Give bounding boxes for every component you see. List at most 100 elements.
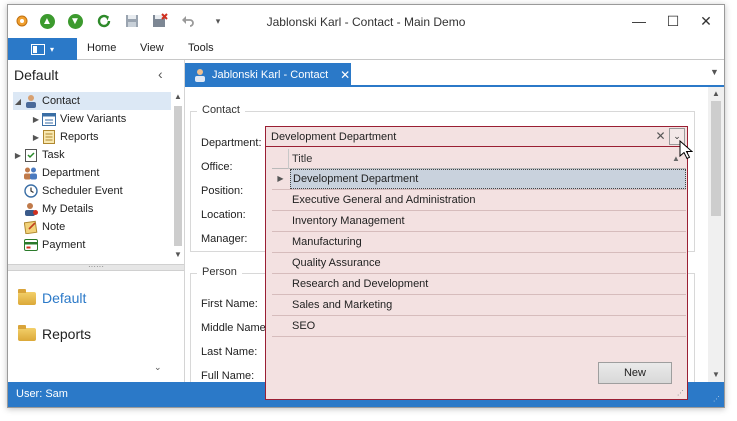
clear-value-icon[interactable]: ✕ (652, 128, 669, 145)
department-lookup-editor[interactable]: Development Department ✕ ⌄ (265, 126, 688, 147)
close-window-button[interactable]: ✕ (692, 9, 720, 33)
row-indicator-icon: ▶ (277, 174, 284, 183)
document-tab-contact[interactable]: Jablonski Karl - Contact ✕ (185, 63, 351, 87)
table-row[interactable]: Sales and Marketing (272, 295, 686, 316)
application-menu-button[interactable]: ▾ (8, 38, 77, 60)
collapsed-arrow-icon[interactable]: ▶ (31, 115, 41, 124)
title-cell[interactable]: Quality Assurance (290, 253, 686, 273)
nav-group-label: Reports (42, 326, 92, 342)
save-icon[interactable] (122, 11, 142, 31)
ribbon-tab-tools[interactable]: Tools (188, 42, 214, 54)
office-label: Office: (201, 161, 233, 173)
nav-group-default[interactable]: Default (18, 286, 86, 310)
table-row[interactable]: ▶ Development Department (272, 169, 686, 190)
department-lookup-popup: Title ▲ ▶ Development Department Executi… (265, 146, 688, 400)
document-tab-label: Jablonski Karl - Contact (212, 69, 329, 81)
department-value: Development Department (271, 131, 397, 143)
table-row[interactable]: Executive General and Administration (272, 190, 686, 211)
popup-resize-grip-icon[interactable]: ⋰ (677, 389, 684, 397)
row-indicator (272, 232, 289, 252)
maximize-button[interactable]: ☐ (659, 9, 687, 33)
application-menu-icon (30, 43, 45, 55)
view-variants-icon (41, 112, 56, 126)
undo-icon[interactable] (178, 11, 198, 31)
column-header-title[interactable]: Title (292, 153, 312, 165)
navigation-header: Default (14, 67, 59, 83)
nav-group-label: Default (42, 290, 87, 306)
detail-view-scrollbar-thumb[interactable] (711, 101, 721, 216)
tree-node-payment[interactable]: Payment (13, 236, 85, 254)
tree-node-task[interactable]: ▶ Task (13, 146, 65, 164)
title-cell[interactable]: SEO (290, 316, 686, 336)
expanded-arrow-icon[interactable]: ◢ (13, 97, 23, 106)
resize-grip-icon[interactable]: ⋰ (713, 395, 720, 403)
payment-icon (23, 238, 38, 252)
minimize-button[interactable]: — (625, 9, 653, 33)
collapse-pane-button[interactable]: ‹ (158, 66, 163, 82)
contact-group-caption: Contact (197, 104, 245, 116)
tree-node-contact[interactable]: ◢ Contact (13, 92, 171, 110)
table-row[interactable]: Quality Assurance (272, 253, 686, 274)
department-label: Department: (201, 137, 262, 149)
arrow-up-icon[interactable]: ▲ (37, 11, 57, 31)
header-indicator-cell (272, 149, 289, 169)
window-title: Jablonski Karl - Contact - Main Demo (266, 15, 466, 29)
collapsed-arrow-icon[interactable]: ▶ (13, 151, 23, 160)
my-details-icon (23, 202, 38, 216)
tree-node-label: Department (42, 167, 100, 179)
tab-list-dropdown-icon[interactable]: ▼ (710, 67, 719, 77)
tree-node-view-variants[interactable]: ▶ View Variants (31, 110, 126, 128)
row-indicator (272, 253, 289, 273)
current-user-status: User: Sam (16, 388, 68, 400)
refresh-icon[interactable] (94, 11, 114, 31)
scroll-down-icon[interactable]: ▼ (174, 250, 182, 259)
tree-node-label: Task (42, 149, 65, 161)
close-tab-icon[interactable]: ✕ (340, 68, 350, 82)
title-cell[interactable]: Development Department (290, 169, 686, 189)
title-cell[interactable]: Research and Development (290, 274, 686, 294)
tree-node-label: Note (42, 221, 66, 233)
tree-node-label: My Details (42, 203, 94, 215)
save-and-close-icon[interactable] (150, 11, 170, 31)
ribbon-tab-home[interactable]: Home (87, 42, 116, 54)
table-row[interactable]: Research and Development (272, 274, 686, 295)
scroll-up-icon[interactable]: ▲ (708, 87, 724, 101)
tree-node-my-details[interactable]: My Details (13, 200, 93, 218)
position-label: Position: (201, 185, 244, 197)
customize-toolbar-icon[interactable]: ▾ (208, 11, 228, 31)
tree-node-label: Reports (60, 131, 99, 143)
title-cell[interactable]: Manufacturing (290, 232, 686, 252)
person-group-caption: Person (197, 266, 242, 278)
tree-node-label: Scheduler Event (42, 185, 123, 197)
arrow-down-icon[interactable]: ▼ (65, 11, 85, 31)
chevron-down-icon[interactable]: ⌄ (154, 362, 162, 373)
tree-node-label: Contact (42, 95, 80, 107)
scroll-up-icon[interactable]: ▲ (174, 92, 182, 101)
tree-node-reports[interactable]: ▶ Reports (31, 128, 99, 146)
tree-node-note[interactable]: Note (13, 218, 65, 236)
new-button[interactable]: New (598, 362, 672, 384)
contact-icon (23, 94, 38, 108)
row-indicator (272, 190, 289, 210)
middle-name-label: Middle Name: (201, 322, 269, 334)
collapsed-arrow-icon[interactable]: ▶ (31, 133, 41, 142)
pane-splitter[interactable]: ······ (8, 263, 184, 271)
detail-view-scrollbar[interactable]: ▲ ▼ (708, 87, 724, 382)
tree-node-scheduler-event[interactable]: Scheduler Event (13, 182, 123, 200)
table-row[interactable]: Manufacturing (272, 232, 686, 253)
navigation-pane: Default ‹ ◢ Contact ▶ View Variants ▶ Re… (8, 60, 185, 382)
nav-group-reports[interactable]: Reports (18, 322, 91, 346)
title-cell[interactable]: Inventory Management (290, 211, 686, 231)
table-row[interactable]: SEO (272, 316, 686, 337)
document-tab-strip: Jablonski Karl - Contact ✕ ▼ (185, 60, 724, 87)
table-row[interactable]: Inventory Management (272, 211, 686, 232)
title-cell[interactable]: Executive General and Administration (290, 190, 686, 210)
navigation-scrollbar-thumb[interactable] (174, 106, 182, 246)
ribbon-tab-view[interactable]: View (140, 42, 164, 54)
tree-node-label: View Variants (60, 113, 127, 125)
navigation-scrollbar[interactable]: ▲ ▼ (173, 92, 183, 262)
tree-node-department[interactable]: Department (13, 164, 99, 182)
gear-app-icon[interactable] (12, 11, 32, 31)
scroll-down-icon[interactable]: ▼ (708, 368, 724, 382)
title-cell[interactable]: Sales and Marketing (290, 295, 686, 315)
